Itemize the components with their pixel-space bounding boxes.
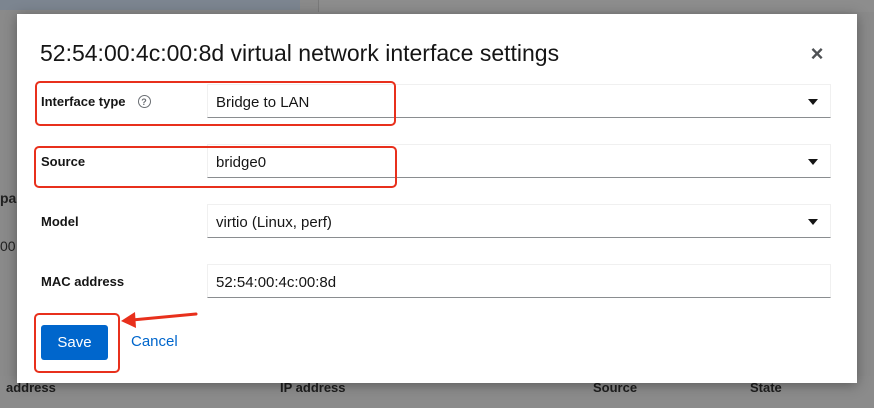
- annotation-arrow: [121, 312, 198, 328]
